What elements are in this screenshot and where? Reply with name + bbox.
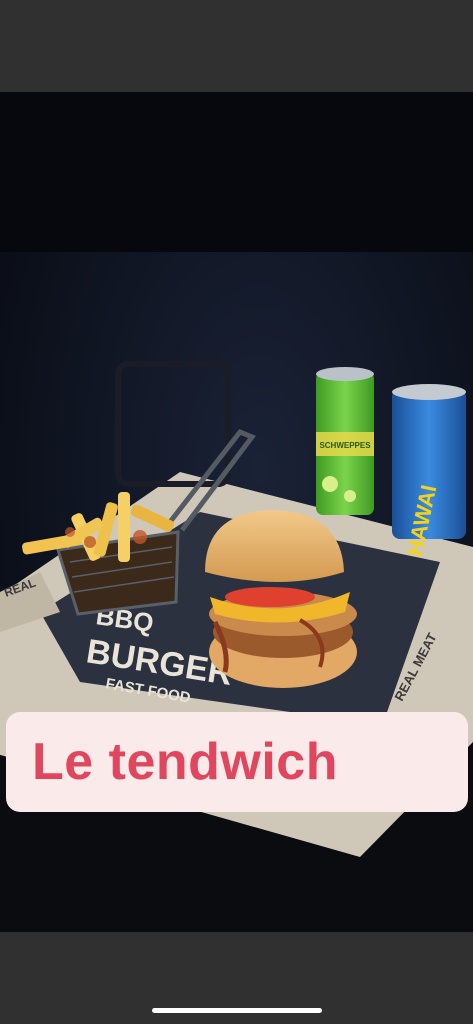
caption-text: Le tendwich <box>32 733 338 791</box>
top-letterbox-bar <box>0 0 473 92</box>
home-indicator[interactable] <box>152 1008 322 1013</box>
caption-banner: Le tendwich <box>6 712 468 812</box>
green-can-brand: SCHWEPPES <box>319 441 371 450</box>
